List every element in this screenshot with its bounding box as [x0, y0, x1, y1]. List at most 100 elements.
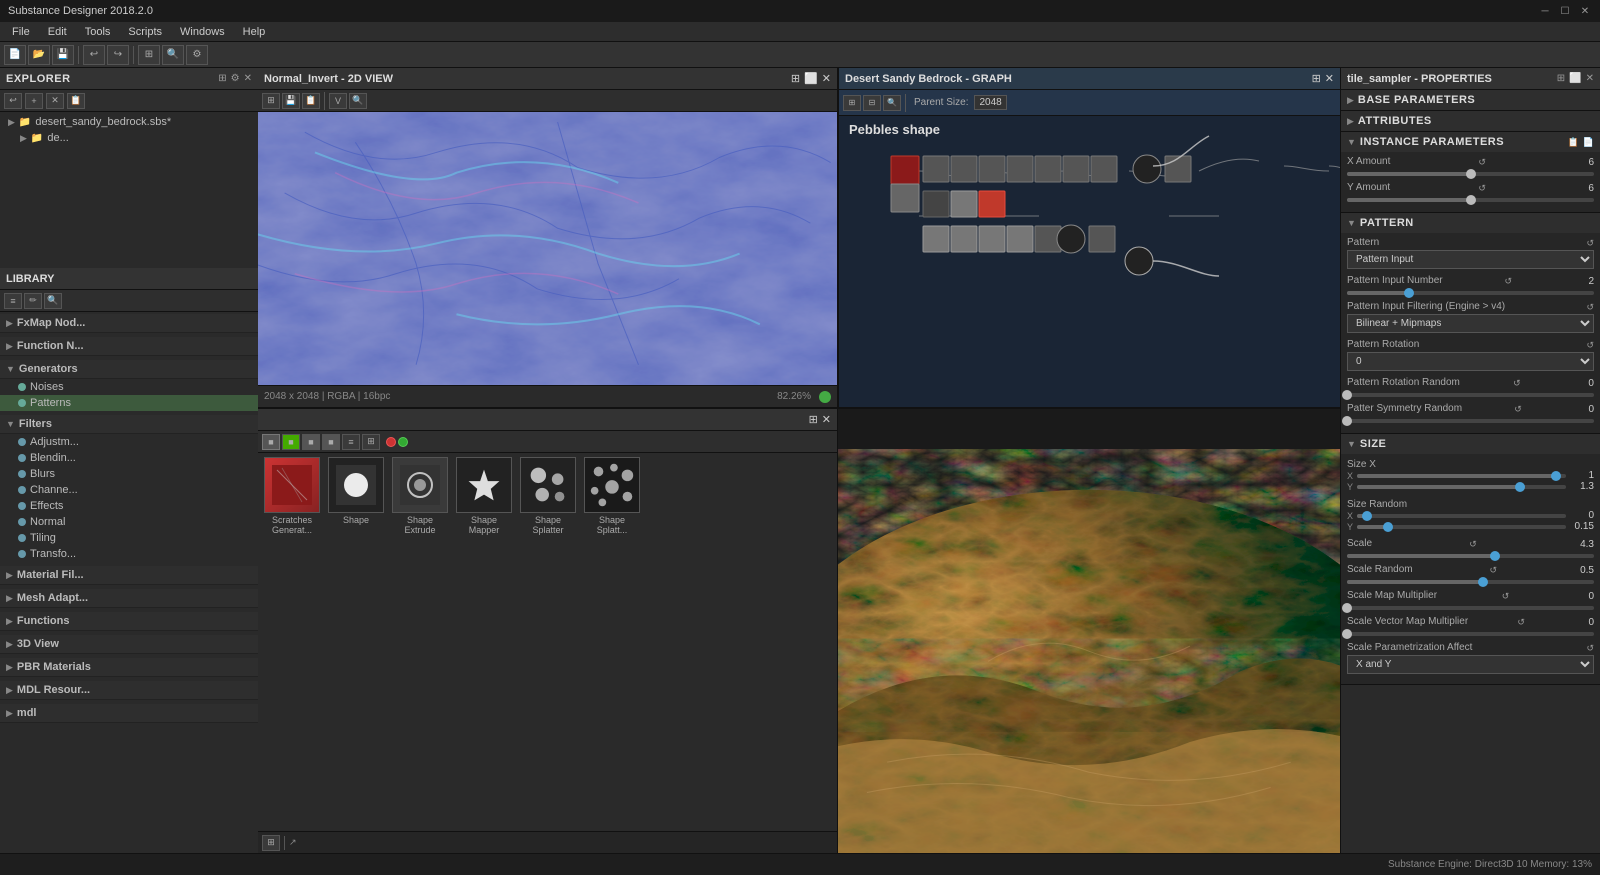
- gnode-1[interactable]: [891, 156, 919, 184]
- lib-item-tiling[interactable]: Tiling: [0, 530, 258, 546]
- lib-section-mdl-header[interactable]: ▶ mdl: [0, 704, 258, 723]
- asset-item-shape-splatter[interactable]: ShapeSplatter: [518, 457, 578, 827]
- scaler-thumb[interactable]: [1478, 577, 1488, 587]
- save-btn[interactable]: 💾: [52, 45, 74, 65]
- gnode-3a[interactable]: [923, 191, 949, 217]
- ab-tb3[interactable]: ■: [302, 434, 320, 450]
- scale-thumb[interactable]: [1490, 551, 1500, 561]
- lib-item-adjustm[interactable]: Adjustm...: [0, 434, 258, 450]
- pif-reset[interactable]: ↺: [1586, 302, 1594, 313]
- asset-item-shape-splatt[interactable]: ShapeSplatt...: [582, 457, 642, 827]
- undo-btn[interactable]: ↩: [83, 45, 105, 65]
- explorer-icon-close[interactable]: ✕: [244, 73, 252, 84]
- rp-icon-close[interactable]: ✕: [1586, 73, 1594, 84]
- gnode-3b[interactable]: [951, 191, 977, 217]
- pattern-select[interactable]: Pattern Input: [1347, 250, 1594, 269]
- gnode-out1[interactable]: [1133, 155, 1161, 183]
- size-y-slider[interactable]: [1357, 485, 1566, 489]
- close-btn[interactable]: ✕: [1578, 4, 1592, 18]
- gnode-4d[interactable]: [1007, 226, 1033, 252]
- rp-icon-1[interactable]: ⊞: [1557, 73, 1565, 84]
- y-amount-thumb[interactable]: [1466, 195, 1476, 205]
- explorer-item-sub[interactable]: ▶ 📁 de...: [0, 130, 258, 146]
- lib-tb2[interactable]: ✏: [24, 293, 42, 309]
- gnode-2d[interactable]: [1007, 156, 1033, 182]
- ab-tb6[interactable]: ⊞: [362, 434, 380, 450]
- ab-icon-close[interactable]: ✕: [822, 413, 831, 426]
- open-btn[interactable]: 📂: [28, 45, 50, 65]
- sr-y-slider[interactable]: [1357, 525, 1566, 529]
- view-footer-circle[interactable]: [819, 391, 831, 403]
- tb4[interactable]: 🔍: [162, 45, 184, 65]
- lib-item-blurs[interactable]: Blurs: [0, 466, 258, 482]
- view2d-icon-1[interactable]: ⊞: [791, 72, 800, 85]
- pattern-header[interactable]: ▼ Pattern: [1341, 213, 1600, 233]
- psr-reset[interactable]: ↺: [1514, 404, 1522, 415]
- svmm-slider[interactable]: [1347, 632, 1594, 636]
- asset-item-shape-extrude[interactable]: ShapeExtrude: [390, 457, 450, 827]
- size-x-slider[interactable]: [1357, 474, 1566, 478]
- menu-tools[interactable]: Tools: [77, 24, 119, 40]
- lib-section-pbr-header[interactable]: ▶ PBR Materials: [0, 658, 258, 677]
- ab-tb8[interactable]: [398, 437, 408, 447]
- v2d-tb1[interactable]: ⊞: [262, 93, 280, 109]
- lib-section-fxmap-header[interactable]: ▶ FxMap Nod...: [0, 314, 258, 333]
- gt-btn3[interactable]: 🔍: [883, 95, 901, 111]
- ip-icon-copy[interactable]: 📄: [1583, 137, 1594, 148]
- ip-icon-paste[interactable]: 📋: [1568, 137, 1579, 148]
- prr-reset[interactable]: ↺: [1513, 378, 1521, 389]
- pr-select[interactable]: 0: [1347, 352, 1594, 371]
- ab-icon-expand[interactable]: ⊞: [809, 413, 818, 426]
- ab-tb5[interactable]: ≡: [342, 434, 360, 450]
- explorer-icon-settings[interactable]: ⚙: [231, 73, 240, 84]
- scale-reset[interactable]: ↺: [1469, 539, 1477, 550]
- x-amount-thumb[interactable]: [1466, 169, 1476, 179]
- gnode-2b[interactable]: [951, 156, 977, 182]
- gnode-2c[interactable]: [979, 156, 1005, 182]
- lib-section-filters-header[interactable]: ▼ Filters: [0, 415, 258, 434]
- gnode-4c[interactable]: [979, 226, 1005, 252]
- gnode-2e[interactable]: [1035, 156, 1061, 182]
- sr-x-slider[interactable]: [1357, 514, 1566, 518]
- y-amount-slider[interactable]: [1347, 198, 1594, 202]
- lib-item-transfo[interactable]: Transfo...: [0, 546, 258, 562]
- lib-item-effects[interactable]: Effects: [0, 498, 258, 514]
- sr-x-thumb[interactable]: [1362, 511, 1372, 521]
- ab-tb4[interactable]: ■: [322, 434, 340, 450]
- exp-tb2[interactable]: +: [25, 93, 43, 109]
- psr-slider[interactable]: [1347, 419, 1594, 423]
- exp-tb3[interactable]: ✕: [46, 93, 64, 109]
- size-header[interactable]: ▼ Size: [1341, 434, 1600, 454]
- prr-thumb[interactable]: [1342, 390, 1352, 400]
- scaler-reset[interactable]: ↺: [1490, 565, 1498, 576]
- pin-thumb[interactable]: [1404, 288, 1414, 298]
- ab-tb7[interactable]: [386, 437, 396, 447]
- pin-reset[interactable]: ↺: [1505, 276, 1513, 287]
- smm-thumb[interactable]: [1342, 603, 1352, 613]
- view2d-icon-close[interactable]: ✕: [822, 72, 831, 85]
- x-amount-slider[interactable]: [1347, 172, 1594, 176]
- size-x-thumb[interactable]: [1551, 471, 1561, 481]
- y-amount-reset[interactable]: ↺: [1478, 183, 1486, 194]
- lib-section-generators-header[interactable]: ▼ Generators: [0, 360, 258, 379]
- rp-icon-2[interactable]: ⬜: [1569, 73, 1581, 84]
- gnode-out3[interactable]: [1125, 247, 1153, 275]
- gnode-2h[interactable]: [1165, 156, 1191, 182]
- asset-item-scratches[interactable]: ScratchesGenerat...: [262, 457, 322, 827]
- gnode-4b[interactable]: [951, 226, 977, 252]
- exp-tb1[interactable]: ↩: [4, 93, 22, 109]
- gnode-1b[interactable]: [891, 184, 919, 212]
- prr-slider[interactable]: [1347, 393, 1594, 397]
- gnode-4f[interactable]: [1089, 226, 1115, 252]
- lib-section-mdlresource-header[interactable]: ▶ MDL Resour...: [0, 681, 258, 700]
- smm-reset[interactable]: ↺: [1502, 591, 1510, 602]
- gnode-3c[interactable]: [979, 191, 1005, 217]
- v2d-tb3[interactable]: 📋: [302, 93, 320, 109]
- scale-slider[interactable]: [1347, 554, 1594, 558]
- redo-btn[interactable]: ↪: [107, 45, 129, 65]
- gnode-2g[interactable]: [1091, 156, 1117, 182]
- tb5[interactable]: ⚙: [186, 45, 208, 65]
- lib-tb3[interactable]: 🔍: [44, 293, 62, 309]
- view2d-icon-2[interactable]: ⬜: [804, 72, 818, 85]
- attributes-header[interactable]: ▶ ATTRIBUTES: [1341, 111, 1600, 131]
